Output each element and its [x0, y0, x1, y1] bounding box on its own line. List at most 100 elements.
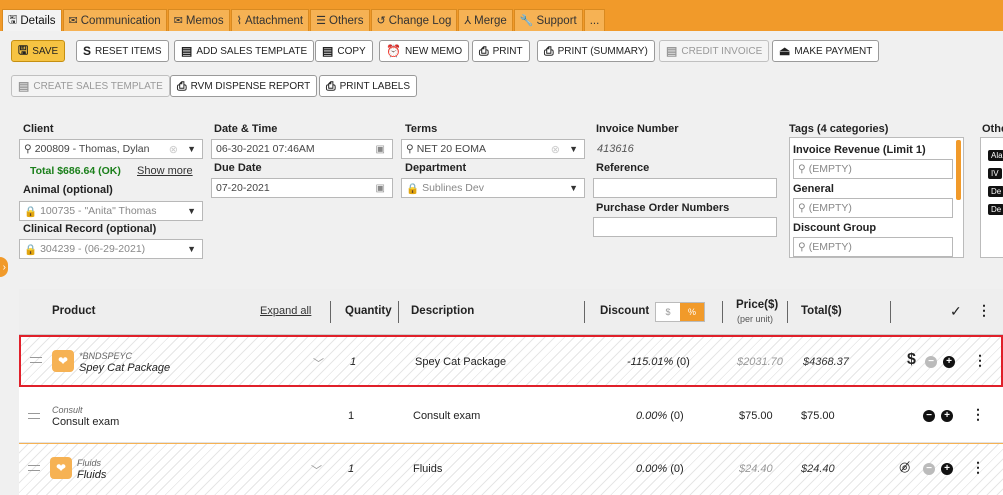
tab-details[interactable]: 🖫 Details	[2, 9, 62, 31]
discount-value[interactable]: 0.00% (0)	[636, 463, 684, 475]
tab-merge[interactable]: ⅄ Merge	[458, 9, 513, 31]
tab-more[interactable]: ...	[583, 9, 606, 31]
plus-circle-icon[interactable]: +	[941, 410, 953, 422]
copy-button[interactable]: ▤ COPY	[315, 40, 373, 62]
tag-input[interactable]: ⚲ (EMPTY)	[793, 159, 953, 179]
calendar-icon[interactable]: ▣	[376, 144, 385, 155]
discount-mode-toggle[interactable]: $%	[655, 302, 705, 322]
price-value[interactable]: $2031.70	[737, 356, 783, 368]
add-sales-template-button[interactable]: ▤ ADD SALES TEMPLATE	[174, 40, 315, 62]
tab-support[interactable]: 🔧 Support	[513, 9, 583, 31]
drag-handle-icon[interactable]	[30, 357, 42, 363]
other-chip[interactable]: Ala	[988, 150, 1003, 161]
dollar-icon[interactable]: $	[907, 351, 916, 369]
print-button[interactable]: ⎙ PRINT	[472, 40, 530, 62]
product-header[interactable]: Product	[52, 305, 95, 317]
discount-percent-option[interactable]: %	[680, 303, 704, 321]
chevron-down-icon[interactable]: ﹀	[313, 355, 324, 371]
expand-all-link[interactable]: Expand all	[260, 305, 311, 317]
eye-off-icon[interactable]: ◎̸	[899, 459, 910, 475]
quantity-value[interactable]: 1	[348, 463, 354, 475]
search-icon: ⚲	[24, 143, 32, 155]
tab-attachment[interactable]: ⌇ Attachment	[230, 9, 310, 31]
calendar-icon[interactable]: ▣	[376, 183, 385, 194]
table-row[interactable]: ❤ *BNDSPEYC Spey Cat Package ﹀ 1 Spey Ca…	[19, 335, 1003, 387]
credit-invoice-button[interactable]: ▤ CREDIT INVOICE	[659, 40, 770, 62]
side-panel-toggle[interactable]: ›	[0, 257, 8, 277]
total-value: $75.00	[801, 410, 835, 422]
chevron-down-icon: ▼	[187, 244, 196, 254]
other-chip[interactable]: De	[988, 204, 1003, 215]
plus-circle-icon[interactable]: +	[941, 463, 953, 475]
animal-select[interactable]: 🔒 100735 - "Anita" Thomas ▼	[19, 201, 203, 221]
datetime-input[interactable]: 06-30-2021 07:46AM ▣	[211, 139, 393, 159]
product-name: Spey Cat Package	[79, 362, 171, 374]
plus-circle-icon[interactable]: +	[943, 356, 955, 368]
quantity-value[interactable]: 1	[348, 410, 354, 422]
other-chip[interactable]: De	[988, 186, 1003, 197]
terms-label: Terms	[405, 123, 438, 135]
tab-label: Memos	[185, 14, 224, 27]
table-row[interactable]: Consult Consult exam 1 Consult exam 0.00…	[19, 391, 1003, 443]
search-icon: ⚲	[798, 163, 806, 175]
tags-scrollbar[interactable]	[956, 140, 961, 200]
create-sales-template-button[interactable]: ▤ CREATE SALES TEMPLATE	[11, 75, 170, 97]
department-select[interactable]: 🔒 Sublines Dev ▼	[401, 178, 585, 198]
mail-icon: ✉	[173, 15, 183, 27]
po-numbers-input[interactable]	[593, 217, 777, 237]
other-chip[interactable]: IV	[988, 168, 1002, 179]
quantity-value[interactable]: 1	[350, 356, 356, 368]
make-payment-label: MAKE PAYMENT	[794, 45, 873, 57]
list-icon: ☰	[316, 15, 326, 27]
print-labels-button[interactable]: ⎙ PRINT LABELS	[319, 75, 418, 97]
make-payment-button[interactable]: ⏏ MAKE PAYMENT	[772, 40, 880, 62]
description-value[interactable]: Consult exam	[413, 410, 480, 422]
table-row[interactable]: ❤ Fluids Fluids ﹀ 1 Fluids 0.00% (0) $24…	[19, 443, 1003, 495]
tab-change-log[interactable]: ↺ Change Log	[370, 9, 458, 31]
price-header[interactable]: Price($)	[736, 299, 778, 311]
price-value[interactable]: $24.40	[739, 463, 773, 475]
discount-value[interactable]: -115.01% (0)	[627, 356, 690, 368]
price-value[interactable]: $75.00	[739, 410, 773, 422]
tab-others[interactable]: ☰ Others	[310, 9, 370, 31]
tab-memos[interactable]: ✉ Memos	[167, 9, 230, 31]
print-summary-button[interactable]: ⎙ PRINT (SUMMARY)	[537, 40, 655, 62]
client-select[interactable]: ⚲ 200809 - Thomas, Dylan ⊗ ▼	[19, 139, 203, 159]
description-header[interactable]: Description	[411, 305, 474, 317]
clinical-record-select[interactable]: 🔒 304239 - (06-29-2021) ▼	[19, 239, 203, 259]
discount-header[interactable]: Discount	[600, 305, 649, 317]
drag-handle-icon[interactable]	[28, 465, 40, 471]
minus-circle-icon[interactable]: −	[923, 410, 935, 422]
drag-handle-icon[interactable]	[28, 413, 40, 419]
reset-items-button[interactable]: S RESET ITEMS	[76, 40, 169, 62]
discount-value[interactable]: 0.00% (0)	[636, 410, 684, 422]
tag-input[interactable]: ⚲ (EMPTY)	[793, 198, 953, 218]
clear-icon[interactable]: ⊗	[169, 143, 178, 156]
new-memo-button[interactable]: ⏰ NEW MEMO	[379, 40, 470, 62]
total-header[interactable]: Total($)	[801, 305, 842, 317]
description-value[interactable]: Fluids	[413, 463, 442, 475]
show-more-link[interactable]: Show more	[137, 165, 193, 177]
discount-percent: 0.00%	[636, 463, 668, 475]
quantity-header[interactable]: Quantity	[345, 305, 392, 317]
tag-input[interactable]: ⚲ (EMPTY)	[793, 237, 953, 257]
terms-select[interactable]: ⚲ NET 20 EOMA ⊗ ▼	[401, 139, 585, 159]
clinical-record-label: Clinical Record (optional)	[23, 223, 157, 235]
rvm-dispense-report-button[interactable]: ⎙ RVM DISPENSE REPORT	[170, 75, 318, 97]
due-date-input[interactable]: 07-20-2021 ▣	[211, 178, 393, 198]
more-vertical-icon[interactable]: ⋮	[971, 406, 985, 423]
minus-circle-icon[interactable]: −	[925, 356, 937, 368]
chevron-down-icon[interactable]: ﹀	[311, 462, 322, 478]
description-value[interactable]: Spey Cat Package	[415, 356, 506, 368]
mail-icon: ✉	[68, 15, 78, 27]
clear-icon[interactable]: ⊗	[551, 143, 560, 156]
more-vertical-icon[interactable]: ⋮	[973, 352, 987, 369]
check-icon[interactable]: ✓	[950, 303, 962, 320]
reference-input[interactable]	[593, 178, 777, 198]
minus-circle-icon[interactable]: −	[923, 463, 935, 475]
more-vertical-icon[interactable]: ⋮	[971, 459, 985, 476]
save-button[interactable]: 🖫 SAVE	[11, 40, 66, 62]
more-vertical-icon[interactable]: ⋮	[977, 302, 991, 319]
discount-dollar-option[interactable]: $	[656, 303, 680, 321]
tab-communication[interactable]: ✉ Communication	[62, 9, 167, 31]
